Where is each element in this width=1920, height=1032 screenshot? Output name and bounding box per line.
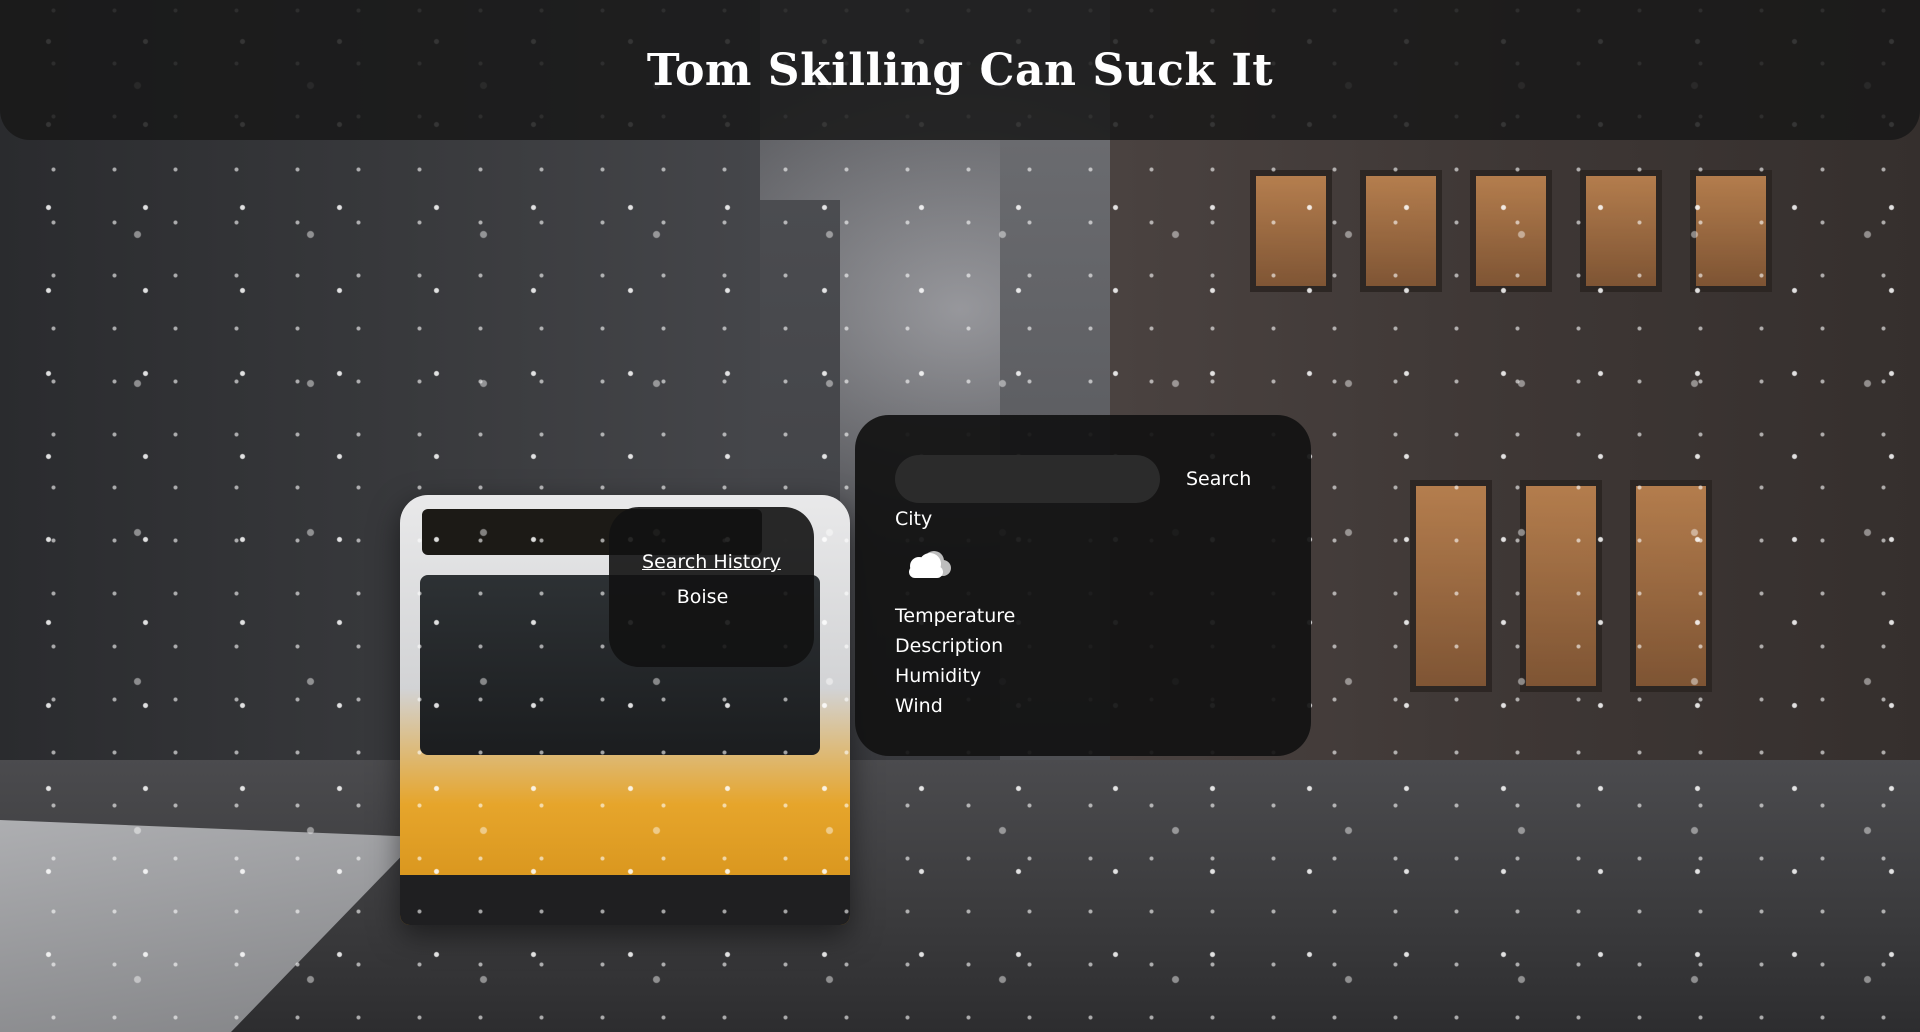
temperature-label: Temperature (895, 605, 1016, 627)
cloud-icon (909, 551, 951, 578)
city-label: City (895, 508, 933, 530)
search-button[interactable]: Search (1174, 462, 1263, 496)
page-title: Tom Skilling Can Suck It (646, 44, 1274, 96)
header-bar: Tom Skilling Can Suck It (0, 0, 1920, 140)
city-search-input[interactable] (895, 455, 1160, 503)
search-row: Search (895, 455, 1263, 503)
page: Tom Skilling Can Suck It Search History … (0, 0, 1920, 1032)
weather-card: Search City Temperature Description Humi… (855, 415, 1311, 756)
history-item-boise[interactable]: Boise (609, 586, 814, 608)
wind-label: Wind (895, 695, 943, 717)
humidity-label: Humidity (895, 665, 982, 687)
search-history-list: Boise (609, 586, 814, 608)
weather-details: Temperature Description Humidity Wind (895, 601, 1015, 721)
search-history-link[interactable]: Search History (609, 551, 814, 573)
search-history-panel: Search History Boise (609, 507, 814, 667)
description-label: Description (895, 635, 1004, 657)
